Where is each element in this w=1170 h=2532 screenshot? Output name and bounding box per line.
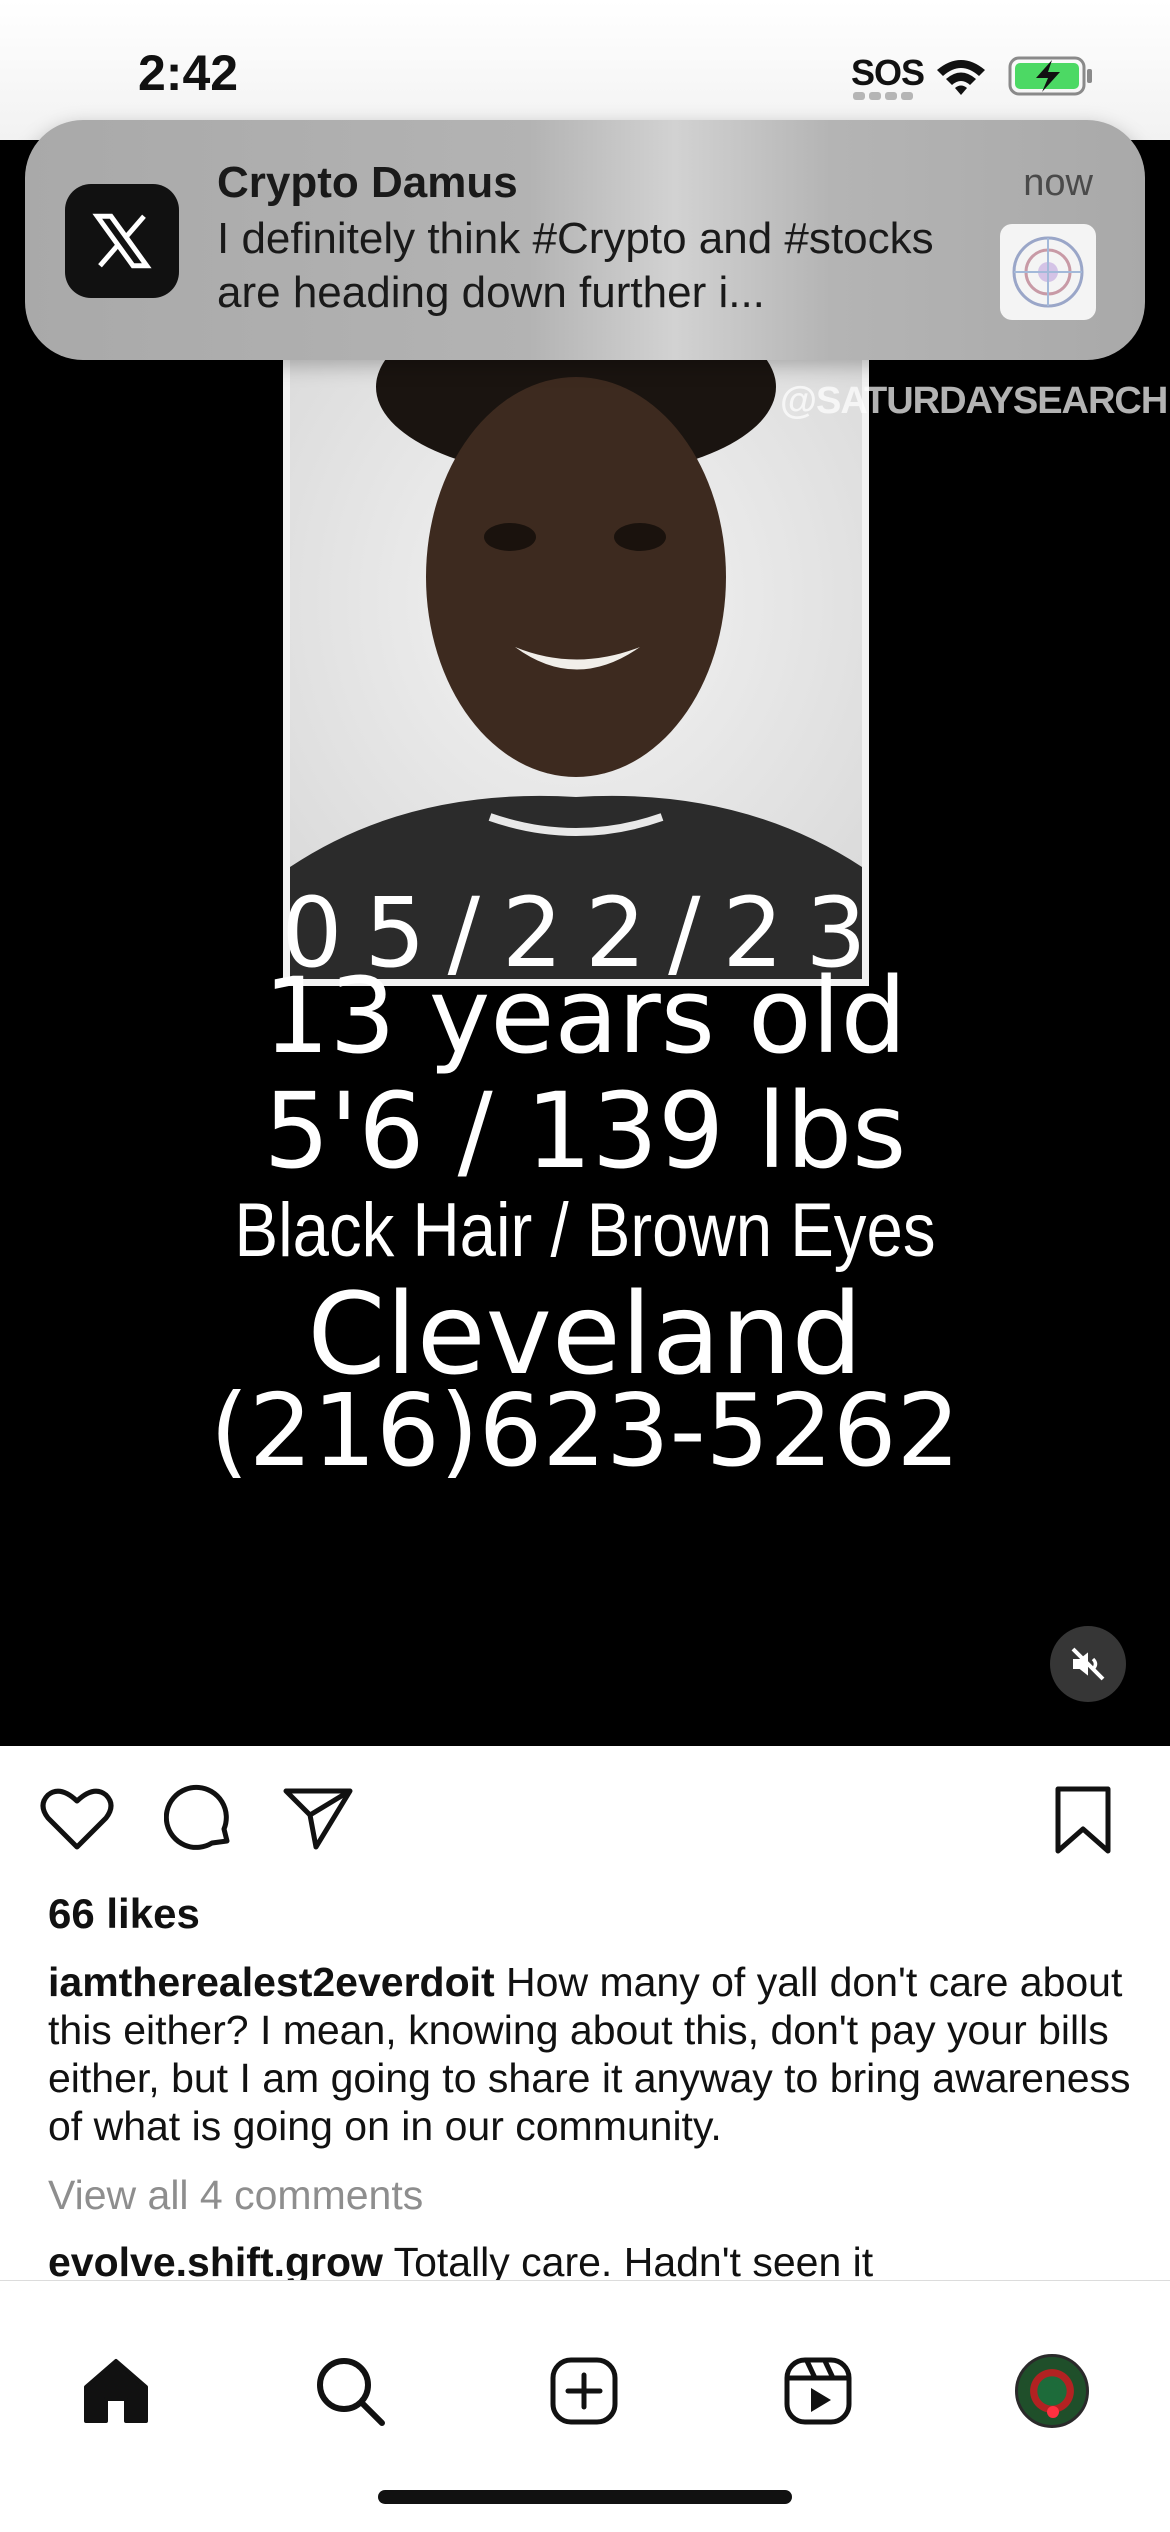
instagram-post-screen: @SATURDAYSEARCH 05/22/23 13 years old 5'… xyxy=(0,0,1170,2532)
tab-reels[interactable] xyxy=(778,2351,858,2431)
comment-bubble-icon[interactable] xyxy=(164,1783,234,1853)
comment-preview: evolve.shift.grow Totally care. Hadn't s… xyxy=(48,2238,1138,2280)
tab-profile[interactable] xyxy=(1012,2351,1092,2431)
age: 13 years old xyxy=(263,955,907,1077)
height-weight: 5'6 / 139 lbs xyxy=(263,1070,907,1192)
home-indicator[interactable] xyxy=(378,2490,792,2504)
post-video[interactable]: @SATURDAYSEARCH 05/22/23 13 years old 5'… xyxy=(0,140,1170,1746)
phone-number: (216)623-5262 xyxy=(209,1372,961,1489)
post-caption: iamtherealest2everdoit How many of yall … xyxy=(48,1958,1138,2150)
x-logo-icon xyxy=(65,184,179,298)
caption-username[interactable]: iamtherealest2everdoit xyxy=(48,1959,495,2005)
notification-title: Crypto Damus xyxy=(217,158,518,207)
heart-icon[interactable] xyxy=(40,1785,114,1851)
notification-body: I definitely think #Crypto and #stocks a… xyxy=(217,214,934,317)
bookmark-icon[interactable] xyxy=(1050,1785,1116,1855)
battery-charging-icon xyxy=(1008,56,1092,96)
profile-notification-dot xyxy=(1047,2406,1059,2418)
wifi-icon xyxy=(937,60,985,95)
push-notification[interactable]: Crypto Damus now I definitely think #Cry… xyxy=(25,120,1145,360)
sos-indicator: SOS xyxy=(851,52,925,93)
notification-time: now xyxy=(1023,162,1093,204)
speaker-muted-icon xyxy=(1071,1647,1105,1681)
tab-create[interactable] xyxy=(544,2351,624,2431)
likes-count[interactable]: 66 likes xyxy=(48,1890,200,1938)
create-post-icon xyxy=(550,2357,618,2425)
hair-eyes: Black Hair / Brown Eyes xyxy=(234,1188,936,1273)
mute-button[interactable] xyxy=(1050,1626,1126,1702)
comment-text: Totally care. Hadn't seen it xyxy=(382,2239,874,2280)
view-all-comments-link[interactable]: View all 4 comments xyxy=(48,2172,423,2219)
paper-plane-icon[interactable] xyxy=(282,1785,354,1851)
clock: 2:42 xyxy=(138,45,239,101)
tab-home[interactable] xyxy=(76,2351,156,2431)
status-bar: 2:42 SOS xyxy=(0,0,1170,140)
tab-search[interactable] xyxy=(310,2351,390,2431)
watermark: @SATURDAYSEARCH xyxy=(780,380,1168,422)
home-icon xyxy=(84,2359,148,2423)
search-icon xyxy=(317,2358,385,2426)
reels-icon xyxy=(784,2357,852,2425)
notification-thumbnail xyxy=(1000,224,1096,320)
signal-dots-icon xyxy=(853,92,913,100)
comment-username[interactable]: evolve.shift.grow xyxy=(48,2239,383,2280)
